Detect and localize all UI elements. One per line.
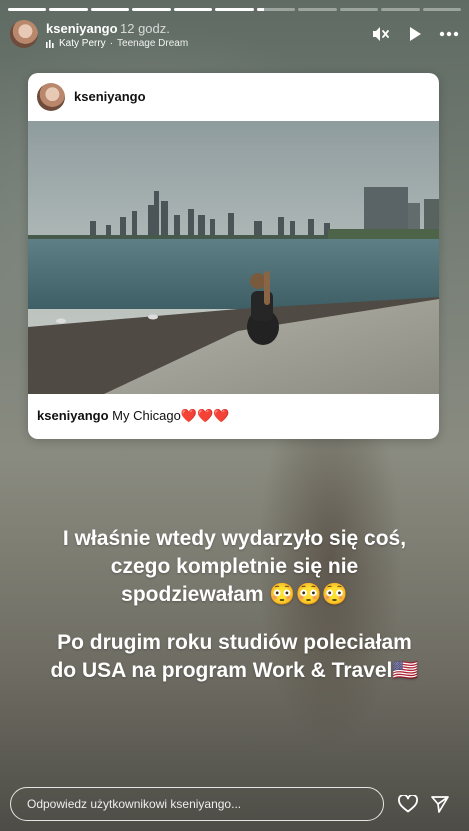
- progress-segment: [132, 8, 171, 11]
- story-text-line: Po drugim roku studiów poleciałam: [57, 631, 412, 654]
- progress-segment: [49, 8, 88, 11]
- post-username[interactable]: kseniyango: [74, 89, 146, 104]
- story-username[interactable]: kseniyango: [46, 21, 118, 36]
- mute-icon[interactable]: [371, 24, 391, 44]
- story-text-line: I właśnie wtedy wydarzyło się coś,: [62, 527, 407, 550]
- music-info[interactable]: Katy Perry · Teenage Dream: [46, 38, 188, 49]
- progress-segment: [339, 8, 379, 11]
- music-title: Teenage Dream: [117, 38, 189, 49]
- progress-segment: [90, 8, 130, 11]
- more-icon[interactable]: [439, 24, 459, 44]
- play-icon[interactable]: [405, 24, 425, 44]
- story-progress: [8, 8, 461, 11]
- progress-fill: [49, 8, 88, 11]
- progress-segment: [8, 8, 47, 11]
- progress-fill: [132, 8, 171, 11]
- avatar[interactable]: [10, 20, 38, 48]
- progress-segment: [422, 8, 461, 11]
- music-artist: Katy Perry: [59, 38, 106, 49]
- progress-fill: [90, 8, 130, 11]
- heart-icon[interactable]: [397, 793, 419, 815]
- story-text-line: czego kompletnie się nie: [110, 555, 359, 578]
- reply-input[interactable]: [10, 787, 384, 821]
- progress-segment: [381, 8, 420, 11]
- progress-fill: [215, 8, 254, 11]
- progress-fill: [256, 8, 265, 11]
- post-header: kseniyango: [28, 73, 439, 121]
- story-text-line: do USA na program Work & Travel🇺🇸: [50, 659, 419, 682]
- progress-fill: [8, 8, 47, 11]
- post-caption: kseniyango My Chicago❤️❤️❤️: [37, 408, 229, 424]
- story-header: kseniyango 12 godz. Katy Perry · Teenage…: [10, 18, 459, 52]
- progress-segment: [256, 8, 296, 11]
- story-text-line: spodziewałam 😳😳😳: [121, 583, 348, 606]
- shared-post-card[interactable]: kseniyango kseniyango My Chicago❤️❤️❤️: [28, 73, 439, 439]
- story-actions: [371, 24, 459, 44]
- music-bars-icon: [46, 39, 54, 48]
- progress-segment: [173, 8, 213, 11]
- story-text-paragraph-1: I właśnie wtedy wydarzyło się coś, czego…: [20, 525, 449, 609]
- post-photo[interactable]: [28, 121, 439, 394]
- story-timestamp: 12 godz.: [120, 21, 170, 36]
- post-avatar[interactable]: [37, 83, 65, 111]
- progress-segment: [215, 8, 254, 11]
- story-text-paragraph-2: Po drugim roku studiów poleciałam do USA…: [20, 629, 449, 685]
- progress-fill: [173, 8, 213, 11]
- music-separator: ·: [109, 38, 114, 49]
- caption-text: My Chicago❤️❤️❤️: [112, 408, 230, 423]
- progress-segment: [298, 8, 337, 11]
- send-icon[interactable]: [429, 793, 451, 815]
- caption-username[interactable]: kseniyango: [37, 408, 109, 423]
